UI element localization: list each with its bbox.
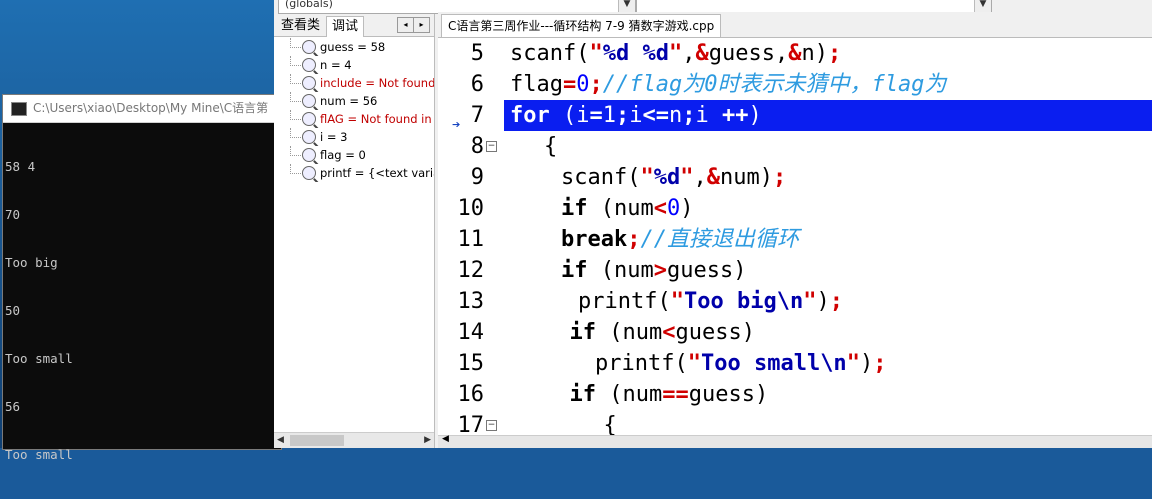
code-text: scanf("%d",&num);	[561, 165, 787, 190]
console-line: 56	[5, 399, 21, 414]
code-text: printf("Too small\n");	[595, 351, 887, 376]
scroll-left-icon[interactable]: ◀	[442, 434, 449, 444]
code-text: if (num==guess)	[569, 382, 769, 407]
console-output: 58 4 70 Too big 50 Too small 56 Too smal…	[3, 123, 281, 499]
code-line[interactable]: 5 scanf("%d %d",&guess,&n);	[438, 38, 1152, 69]
panel-horizontal-scrollbar[interactable]: ◀ ▶	[274, 432, 434, 448]
watch-icon	[302, 76, 316, 90]
watch-item[interactable]: include = Not found	[274, 74, 434, 92]
code-line-current[interactable]: 7 ➔ for (i=1;i<=n;i ++)	[438, 100, 1152, 133]
code-text: break;//直接退出循环	[561, 227, 799, 252]
watch-icon	[302, 148, 316, 162]
code-line[interactable]: 16 if (num==guess)	[438, 379, 1152, 410]
watch-list: guess = 58 n = 4 include = Not found num…	[274, 38, 434, 182]
line-number: 14	[457, 320, 485, 345]
scope-combo-value: (globals)	[285, 0, 333, 10]
console-line: 50	[5, 303, 21, 318]
console-line: 70	[5, 207, 21, 222]
line-number: 5	[470, 41, 484, 66]
line-number: 16	[457, 382, 485, 407]
tab-scroll-right-icon[interactable]: ▸	[413, 17, 430, 33]
code-line[interactable]: 11 break;//直接退出循环	[438, 224, 1152, 255]
line-number: 11	[457, 227, 485, 252]
file-tab[interactable]: C语言第三周作业---循环结构 7-9 猜数字游戏.cpp	[441, 14, 722, 37]
code-text: flag=0;//flag为0时表示未猜中，flag为	[510, 72, 947, 97]
code-text: for (i=1;i<=n;i ++)	[510, 103, 762, 128]
watch-icon	[302, 58, 316, 72]
code-text: {	[603, 413, 617, 438]
code-text: if (num>guess)	[561, 258, 747, 283]
fold-toggle-icon[interactable]: −	[486, 420, 497, 431]
code-line[interactable]: 9 scanf("%d",&num);	[438, 162, 1152, 193]
console-title: C:\Users\xiao\Desktop\My Mine\C语言第	[33, 101, 269, 115]
console-window[interactable]: C:\Users\xiao\Desktop\My Mine\C语言第 58 4 …	[2, 94, 282, 462]
line-number: 7	[470, 103, 484, 128]
file-tab-strip: C语言第三周作业---循环结构 7-9 猜数字游戏.cpp	[438, 12, 1152, 38]
debug-panel: 查看类 调试 ◂ ▸ guess = 58 n = 4 include = No…	[274, 14, 435, 448]
console-line: Too small	[5, 351, 73, 366]
code-line[interactable]: 10 if (num<0)	[438, 193, 1152, 224]
code-text: if (num<0)	[561, 196, 694, 221]
scroll-right-icon[interactable]: ▶	[424, 433, 431, 448]
line-number: 6	[470, 72, 484, 97]
editor-horizontal-scrollbar[interactable]: ◀	[438, 434, 1152, 448]
console-titlebar[interactable]: C:\Users\xiao\Desktop\My Mine\C语言第	[3, 95, 281, 123]
watch-item[interactable]: flAG = Not found in c	[274, 110, 434, 128]
scrollbar-thumb[interactable]	[290, 435, 344, 446]
line-number: 12	[457, 258, 485, 283]
tab-scroll-left-icon[interactable]: ◂	[397, 17, 414, 33]
panel-tabs: 查看类 调试 ◂ ▸	[274, 14, 434, 37]
code-text: {	[544, 134, 558, 159]
console-line: Too small	[5, 447, 73, 462]
console-line: Too big	[5, 255, 58, 270]
watch-icon	[302, 130, 316, 144]
code-text: scanf("%d %d",&guess,&n);	[510, 41, 842, 66]
watch-icon	[302, 112, 316, 126]
code-area[interactable]: 5 scanf("%d %d",&guess,&n); 6 flag=0;//flag…	[438, 38, 1152, 438]
watch-item[interactable]: i = 3	[274, 128, 434, 146]
scroll-left-icon[interactable]: ◀	[277, 433, 284, 448]
line-number: 15	[457, 351, 485, 376]
fold-toggle-icon[interactable]: −	[486, 141, 497, 152]
tab-debug[interactable]: 调试	[326, 16, 365, 37]
console-line: 58 4	[5, 159, 36, 174]
watch-item[interactable]: num = 56	[274, 92, 434, 110]
watch-item[interactable]: printf = {<text variab	[274, 164, 434, 182]
line-number: 8	[470, 134, 484, 159]
line-number: 13	[457, 289, 485, 314]
code-editor: C语言第三周作业---循环结构 7-9 猜数字游戏.cpp 5 scanf("%d…	[438, 12, 1152, 448]
watch-icon	[302, 94, 316, 108]
line-number: 9	[470, 165, 484, 190]
line-number: 10	[457, 196, 485, 221]
watch-item[interactable]: n = 4	[274, 56, 434, 74]
ide-window: (globals) ▼ ▼ 查看类 调试 ◂ ▸ guess = 58 n = …	[274, 0, 1152, 448]
code-text: if (num<guess)	[569, 320, 755, 345]
watch-item[interactable]: flag = 0	[274, 146, 434, 164]
watch-icon	[302, 40, 316, 54]
code-line[interactable]: 13 printf("Too big\n");	[438, 286, 1152, 317]
code-line[interactable]: 17−{	[438, 410, 1152, 438]
code-line[interactable]: 14 if (num<guess)	[438, 317, 1152, 348]
code-line[interactable]: 15 printf("Too small\n");	[438, 348, 1152, 379]
code-line[interactable]: 8− {	[438, 131, 1152, 162]
code-line[interactable]: 6 flag=0;//flag为0时表示未猜中，flag为	[438, 69, 1152, 100]
code-line[interactable]: 12 if (num>guess)	[438, 255, 1152, 286]
console-icon	[11, 101, 27, 116]
watch-icon	[302, 166, 316, 180]
code-text: printf("Too big\n");	[578, 289, 843, 314]
tab-class-view[interactable]: 查看类	[276, 16, 325, 36]
watch-item[interactable]: guess = 58	[274, 38, 434, 56]
